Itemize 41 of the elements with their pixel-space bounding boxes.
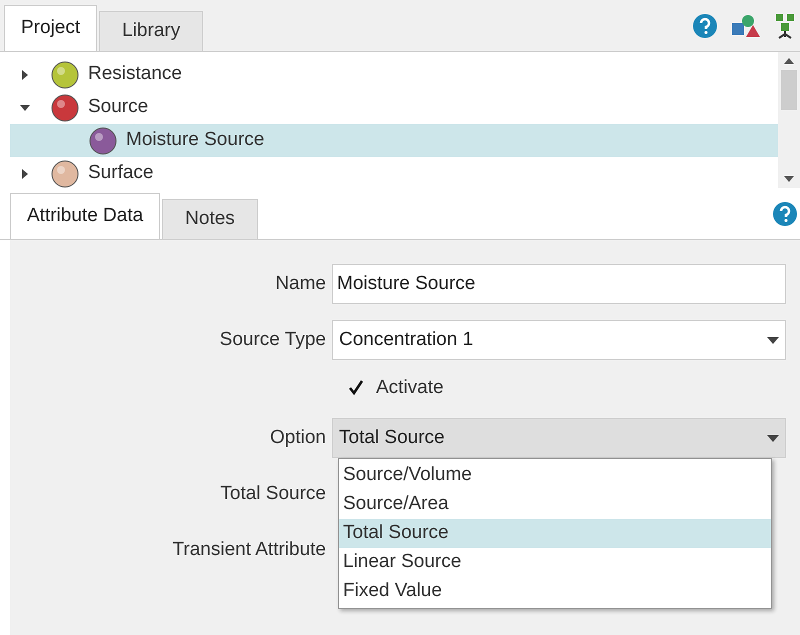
field-label: Source Type	[220, 328, 326, 350]
field-label: Transient Attribute	[172, 538, 326, 560]
expand-arrow-icon[interactable]	[20, 70, 30, 80]
dropdown-option[interactable]: Fixed Value	[339, 577, 771, 606]
scroll-down-icon[interactable]	[784, 176, 794, 182]
shapes-icon[interactable]	[730, 12, 760, 38]
ball-icon	[50, 92, 80, 122]
expand-arrow-icon[interactable]	[20, 102, 30, 112]
option-dropdown[interactable]: Total Source	[332, 418, 786, 458]
dropdown-arrow-icon	[767, 336, 779, 344]
dropdown-option[interactable]: Linear Source	[339, 548, 771, 577]
tree-label: Moisture Source	[126, 128, 264, 152]
tree-label: Surface	[88, 161, 154, 186]
tab[interactable]: Notes	[162, 199, 258, 239]
ball-icon	[88, 126, 118, 156]
field-label: Total Source	[220, 482, 326, 504]
help-icon[interactable]	[692, 12, 718, 38]
scrollbar[interactable]	[778, 52, 800, 188]
dropdown-option[interactable]: Total Source	[339, 519, 771, 548]
ball-icon	[50, 60, 80, 90]
scroll-thumb[interactable]	[781, 70, 797, 110]
tab[interactable]: Project	[4, 5, 98, 51]
dropdown-option[interactable]: Source/Area	[339, 490, 771, 519]
field-label: Name	[275, 272, 326, 294]
dropdown-arrow-icon	[767, 434, 779, 442]
name-field[interactable]: Moisture Source	[332, 264, 786, 304]
checkbox-label: Activate	[376, 376, 444, 400]
expand-arrow-icon[interactable]	[20, 168, 30, 178]
tab[interactable]: Attribute Data	[10, 193, 160, 239]
scroll-up-icon[interactable]	[784, 58, 794, 64]
field-label: Option	[270, 426, 326, 448]
tree-item[interactable]: Moisture Source	[10, 124, 778, 157]
dropdown-option[interactable]: Source/Volume	[339, 461, 771, 490]
tree-item[interactable]: Resistance	[10, 58, 778, 91]
tree-label: Resistance	[88, 62, 182, 86]
tree-item[interactable]: Surface	[10, 157, 778, 190]
source-type-dropdown[interactable]: Concentration 1	[332, 320, 786, 360]
help-icon[interactable]	[772, 200, 798, 226]
tree-label: Source	[88, 95, 148, 120]
tree-item[interactable]: Source	[10, 91, 778, 124]
tab[interactable]: Library	[99, 11, 204, 51]
